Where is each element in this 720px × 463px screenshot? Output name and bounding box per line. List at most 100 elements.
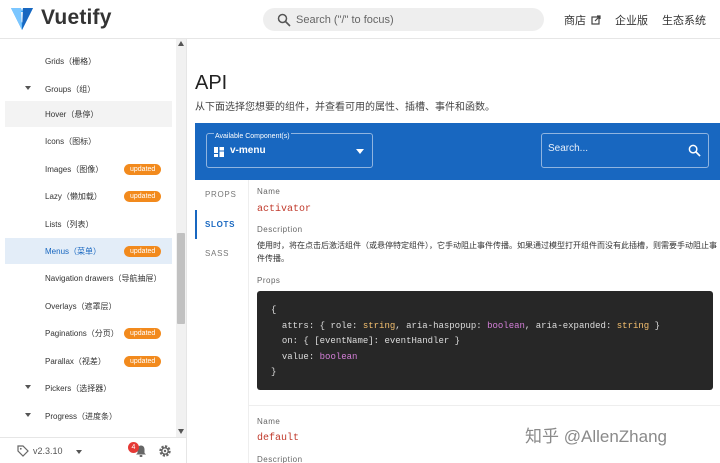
notification-count-badge: 4 [128,442,139,453]
enterprise-link[interactable]: 企业版 [615,12,648,28]
description-label: Description [257,455,303,463]
component-select[interactable]: Available Component(s) v-menu [206,133,373,168]
chevron-down-icon [25,413,31,417]
header-links: 商店 企业版 生态系统 [564,12,706,28]
updated-badge: updated [124,328,161,339]
tab-props[interactable]: PROPS [195,180,237,209]
code-key: role [330,321,352,331]
watermark: 知乎 @AllenZhang [525,422,667,447]
chevron-down-icon [356,149,364,154]
code-key: [eventName] [314,336,373,346]
sidebar-item-navigation-drawers[interactable]: Navigation drawers（导航抽屉） [5,265,172,291]
store-link[interactable]: 商店 [564,12,601,28]
sidebar-item-lists[interactable]: Lists（列表） [5,211,172,237]
code-key: attrs [282,321,309,331]
api-tabs: PROPS SLOTS SASS [195,180,237,463]
sidebar-item-label: Lists（列表） [45,219,93,230]
logo[interactable]: Vuetify [8,4,112,32]
sidebar-scrollbar[interactable] [176,39,186,437]
updated-badge: updated [124,164,161,175]
divider [249,405,720,406]
updated-badge: updated [124,246,161,257]
sidebar-item-pickers[interactable]: Pickers（选择器） [5,375,172,401]
sidebar-item-grids[interactable]: Grids（栅格） [5,48,172,74]
slot-name: default [257,433,299,444]
version-selector[interactable]: v2.3.10 [33,446,63,456]
sidebar-item-label: Groups（组） [45,84,95,95]
sidebar-item-progress[interactable]: Progress（进度条） [5,403,172,429]
slot-name: activator [257,204,311,215]
sidebar-item-paginations[interactable]: Paginations（分页） updated [5,320,172,346]
sidebar-item-label: Paginations（分页） [45,328,119,339]
chevron-down-icon [25,385,31,389]
gear-icon[interactable] [158,444,172,458]
sidebar-item-images[interactable]: Images（图像） updated [5,156,172,182]
store-link-label: 商店 [564,12,586,28]
sidebar-item-menus[interactable]: Menus（菜单） updated [5,238,172,264]
sidebar-item-hover[interactable]: Hover（悬停） [5,101,172,127]
component-select-label: Available Component(s) [214,133,291,140]
page-subtitle: 从下面选择您想要的组件，并查看可用的属性、插槽、事件和函数。 [195,98,495,113]
search-input[interactable] [296,14,536,26]
api-search-input[interactable] [548,143,678,154]
ecosystem-link[interactable]: 生态系统 [662,12,706,28]
code-key: aria-expanded [536,321,606,331]
search-icon [688,144,701,157]
api-search-field[interactable] [541,133,709,168]
props-label: Props [257,276,280,285]
code-value: eventHandler [384,336,449,346]
name-label: Name [257,187,280,196]
api-card-toolbar: Available Component(s) v-menu [195,123,720,180]
sidebar-item-label: Grids（栅格） [45,56,96,67]
sidebar-item-lazy[interactable]: Lazy（懒加载） updated [5,183,172,209]
external-link-icon [591,15,601,25]
sidebar-item-label: Navigation drawers（导航抽屉） [45,273,161,284]
logo-text: Vuetify [41,6,112,30]
sidebar-footer: v2.3.10 4 [0,437,186,463]
updated-badge: updated [124,356,161,367]
sidebar-item-label: Lazy（懒加载） [45,191,102,202]
code-key: aria-haspopup [406,321,476,331]
search-icon [277,13,291,27]
tab-sass[interactable]: SASS [195,239,237,268]
sidebar-item-label: Pickers（选择器） [45,383,111,394]
code-key: value [282,352,309,362]
sidebar-item-parallax[interactable]: Parallax（视差） updated [5,348,172,374]
main-content: API 从下面选择您想要的组件，并查看可用的属性、插槽、事件和函数。 Avail… [187,39,720,463]
page-title: API [195,72,227,95]
vuetify-logo-icon [8,4,36,32]
sidebar-item-label: Icons（图标） [45,136,96,147]
code-key: on [282,336,293,346]
component-select-value: v-menu [230,145,266,156]
slot-props-code: { attrs: { role: string, aria-haspopup: … [257,291,713,390]
scrollbar-thumb[interactable] [177,233,185,324]
sidebar-item-overlays[interactable]: Overlays（遮罩层） [5,293,172,319]
code-type: string [617,321,649,331]
sidebar-item-icons[interactable]: Icons（图标） [5,128,172,154]
slots-panel: Name activator Description 使用时，将在点击后激活组件… [248,180,720,463]
navigation-drawer: Grids（栅格） Groups（组） Hover（悬停） Icons（图标） … [0,39,187,463]
sidebar-item-label: Menus（菜单） [45,246,101,257]
tag-icon [17,445,29,457]
top-app-bar: Vuetify 商店 企业版 生态系统 [0,0,720,39]
chevron-down-icon[interactable] [76,450,82,454]
sidebar-item-label: Parallax（视差） [45,356,106,367]
sidebar-item-label: Images（图像） [45,164,103,175]
tab-slots[interactable]: SLOTS [195,210,237,239]
description-label: Description [257,225,303,234]
updated-badge: updated [124,191,161,202]
code-type: string [363,321,395,331]
name-label: Name [257,417,280,426]
view-dashboard-icon [214,147,224,157]
sidebar-item-label: Hover（悬停） [45,109,98,120]
sidebar-item-label: Progress（进度条） [45,411,117,422]
scroll-down-arrow-icon[interactable] [178,429,184,434]
slot-description: 使用时，将在点击后激活组件（或悬停特定组件），它手动阻止事件传播。如果通过模型打… [257,239,717,265]
sidebar-item-groups[interactable]: Groups（组） [5,76,172,102]
global-search[interactable] [263,8,544,31]
code-type: boolean [320,352,358,362]
code-type: boolean [487,321,525,331]
chevron-down-icon [25,86,31,90]
sidebar-item-label: Overlays（遮罩层） [45,301,117,312]
scroll-up-arrow-icon[interactable] [178,41,184,46]
